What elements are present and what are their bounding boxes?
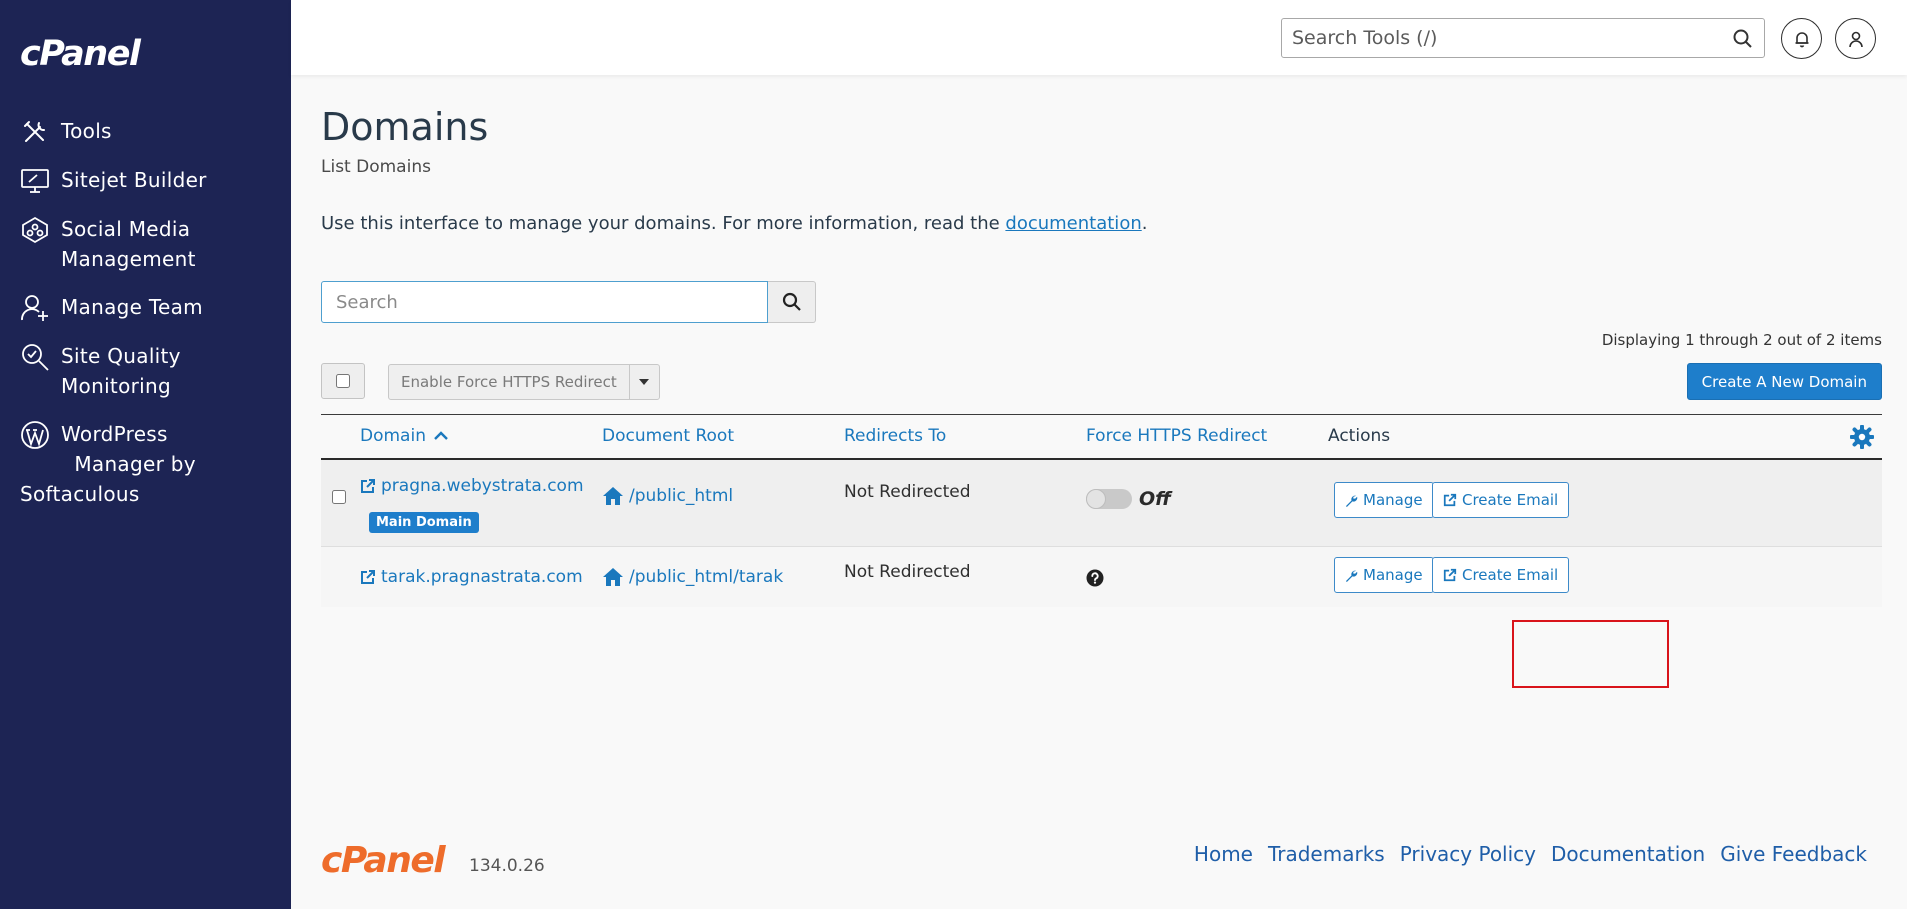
column-domain[interactable]: Domain [360,426,449,446]
sidebar-item-social-media[interactable]: Social Media Management [0,214,291,274]
sidebar-item-sitejet[interactable]: Sitejet Builder [0,165,291,196]
footer-version: 134.0.26 [469,856,545,876]
main-domain-badge: Main Domain [369,512,479,533]
notifications-button[interactable] [1781,18,1822,59]
search-icon[interactable] [1732,28,1754,50]
document-root-link[interactable]: /public_html/tarak [602,567,783,587]
user-menu-button[interactable] [1835,18,1876,59]
user-icon [1848,31,1863,47]
external-link-icon [361,570,375,584]
domain-search [321,281,816,323]
sidebar-item-label: Softaculous [20,482,140,506]
footer-link-home[interactable]: Home [1194,842,1253,866]
bell-icon [1795,31,1808,47]
caret-down-icon [639,379,650,385]
sort-up-icon [434,431,449,440]
document-root-link[interactable]: /public_html [602,486,733,506]
footer-cpanel-logo: cPanel [321,840,446,881]
manage-button[interactable]: Manage [1334,482,1434,518]
search-tools-input[interactable] [1282,27,1712,49]
redirect-status: Not Redirected [844,562,971,582]
external-link-icon [1443,493,1457,507]
sidebar-item-label: Tools [61,119,112,143]
sidebar-item-label: WordPress Manager by [61,422,196,476]
external-link-icon [1443,568,1457,582]
table-row: pragna.webystrata.com Main Domain /publi… [321,460,1882,547]
row-checkbox[interactable] [332,490,346,504]
home-icon [603,568,623,586]
toggle-track [1086,489,1132,509]
search-icon [782,292,801,311]
create-email-button[interactable]: Create Email [1432,557,1570,593]
table-row: tarak.pragnastrata.com /public_html/tara… [321,547,1882,607]
column-actions: Actions [1328,426,1391,446]
sidebar-item-manage-team[interactable]: Manage Team [0,292,291,323]
sidebar-item-tools[interactable]: Tools [0,116,291,147]
manage-button[interactable]: Manage [1334,557,1434,593]
main-content: Domains List Domains Use this interface … [291,75,1907,909]
redirect-status: Not Redirected [844,482,971,502]
intro-text: Use this interface to manage your domain… [321,213,1148,234]
footer-link-give-feedback[interactable]: Give Feedback [1720,842,1867,866]
sidebar-item-wordpress[interactable]: WordPress Manager by Softaculous [0,419,291,509]
footer-link-documentation[interactable]: Documentation [1551,842,1705,866]
sidebar: cPanel Tools Sitejet Builder Social Medi… [0,0,291,909]
toggle-knob [1086,489,1106,509]
create-new-domain-button[interactable]: Create A New Domain [1686,363,1882,400]
documentation-link[interactable]: documentation [1005,213,1141,234]
footer-links: Home Trademarks Privacy Policy Documenta… [1194,842,1867,866]
cpanel-logo[interactable]: cPanel [20,34,141,74]
sidebar-item-label: Sitejet Builder [61,168,207,192]
select-all-checkbox[interactable] [336,374,350,388]
question-circle-icon[interactable] [1086,569,1104,587]
sidebar-nav: Tools Sitejet Builder Social Media Manage… [0,116,291,509]
footer-link-privacy-policy[interactable]: Privacy Policy [1400,842,1536,866]
social-hub-icon [22,216,48,244]
force-https-toggle[interactable]: Off [1086,488,1171,510]
sidebar-item-label: Social Media Management [61,217,196,271]
domain-link[interactable]: pragna.webystrata.com [360,476,584,496]
force-https-button-group: Enable Force HTTPS Redirect [388,364,660,400]
home-icon [603,487,623,505]
wrench-icon [1345,495,1358,507]
column-force-https[interactable]: Force HTTPS Redirect [1086,426,1267,446]
external-link-icon [361,479,375,493]
monitor-pen-icon [21,169,49,193]
table-header: Domain Document Root Redirects To Force … [321,414,1882,460]
domain-link[interactable]: tarak.pragnastrata.com [360,567,583,587]
sidebar-item-site-quality[interactable]: Site Quality Monitoring [0,341,291,401]
sidebar-item-label: Site Quality Monitoring [61,344,181,398]
column-redirects-to[interactable]: Redirects To [844,426,946,446]
top-header [291,0,1907,75]
row-checkbox-wrap[interactable] [332,490,346,509]
user-add-icon [21,295,48,321]
sidebar-item-label: Manage Team [61,295,203,319]
domain-search-input[interactable] [321,281,768,323]
search-tools-box[interactable] [1281,18,1765,58]
tools-icon [24,121,45,142]
gear-icon[interactable] [1850,425,1874,449]
domain-search-button[interactable] [768,281,816,323]
toggle-state: Off [1139,488,1171,510]
domains-table: Domain Document Root Redirects To Force … [321,414,1882,607]
select-all-checkbox-wrap[interactable] [321,363,365,399]
create-email-button[interactable]: Create Email [1432,482,1570,518]
wordpress-icon [21,421,49,449]
column-document-root[interactable]: Document Root [602,426,734,446]
page-title: Domains [321,105,489,149]
footer-link-trademarks[interactable]: Trademarks [1268,842,1385,866]
enable-force-https-button[interactable]: Enable Force HTTPS Redirect [389,365,629,399]
force-https-dropdown-toggle[interactable] [628,365,659,399]
display-count: Displaying 1 through 2 out of 2 items [1601,331,1882,349]
magnifier-check-icon [22,344,49,371]
wrench-icon [1345,570,1358,582]
page-subtitle: List Domains [321,157,431,177]
highlight-box [1512,620,1669,688]
